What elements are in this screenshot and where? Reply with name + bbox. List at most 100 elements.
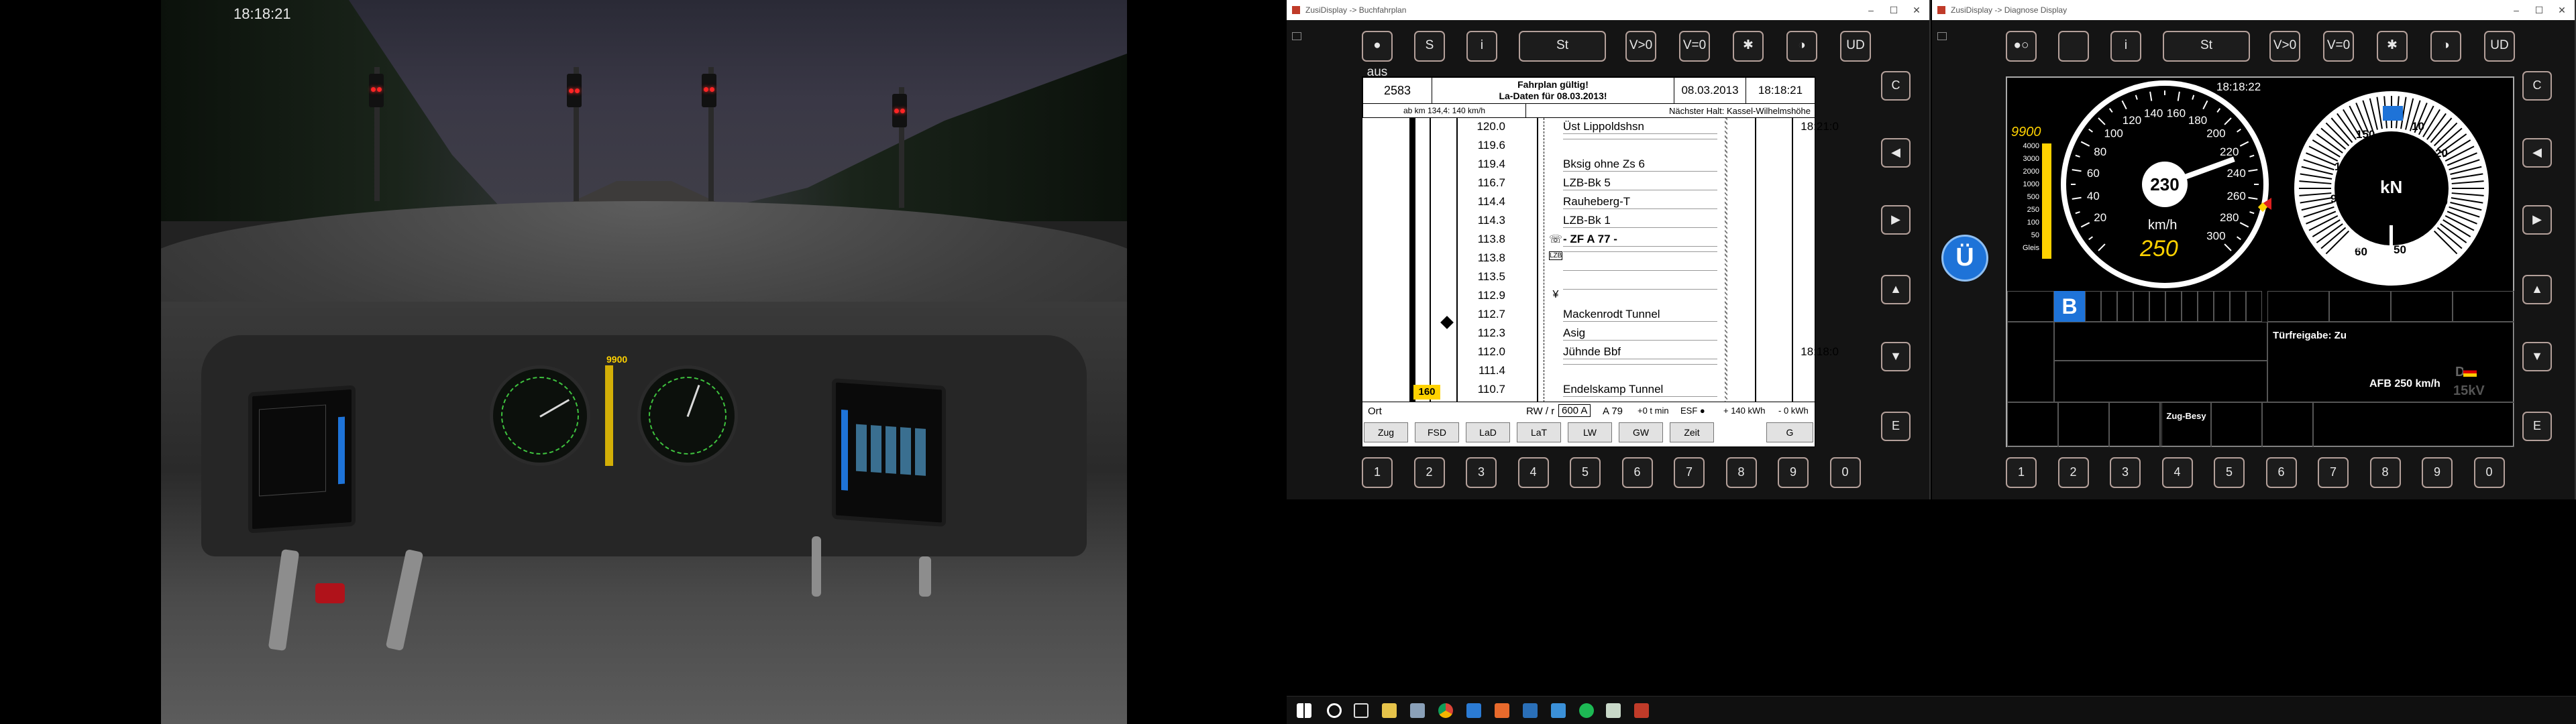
zusi-icon[interactable] — [1606, 703, 1621, 718]
side-button[interactable]: E — [1881, 412, 1911, 441]
side-button[interactable]: E — [2522, 412, 2552, 441]
app-icon-blue-2[interactable] — [1551, 703, 1566, 718]
fahrplan-bottom-button[interactable]: Zeit — [1670, 422, 1714, 442]
side-button[interactable]: ◀ — [2522, 138, 2552, 168]
toolbar-button[interactable]: ●○ — [2006, 31, 2037, 62]
toolbar-button[interactable]: UD — [2484, 31, 2515, 62]
number-button[interactable]: 9 — [1778, 457, 1809, 488]
speed-tick — [2072, 196, 2082, 200]
row-name: Rauheberg-T — [1563, 195, 1717, 209]
file-explorer-icon[interactable] — [1382, 703, 1397, 718]
fahrplan-bottom-button[interactable]: G — [1766, 422, 1813, 442]
toolbar-button[interactable]: ● aus — [1362, 31, 1393, 79]
toolbar-button[interactable]: i — [2110, 31, 2141, 62]
toolbar-button[interactable]: ◑ — [2430, 31, 2461, 62]
signal-lamp — [710, 87, 714, 92]
next-stop: Nächster Halt: Kassel-Wilhelmshöhe — [1525, 103, 1815, 118]
signal-far-right — [892, 94, 907, 127]
side-button[interactable]: ▲ — [1881, 275, 1911, 304]
app-icon-orange[interactable] — [1495, 703, 1509, 718]
number-button[interactable]: 4 — [1517, 457, 1549, 488]
number-button[interactable]: 5 — [1570, 457, 1601, 488]
side-button[interactable]: ▶ — [1881, 205, 1911, 235]
row-time: 18:21:0 — [1801, 120, 1839, 133]
force-tick — [2451, 180, 2484, 184]
number-button[interactable]: 8 — [1725, 457, 1757, 488]
number-button[interactable]: 4 — [2161, 457, 2193, 488]
side-button[interactable]: ◀ — [1881, 138, 1911, 168]
number-button[interactable]: 0 — [1829, 457, 1861, 488]
number-button[interactable]: 9 — [2422, 457, 2453, 488]
search-icon[interactable] — [1327, 703, 1342, 718]
number-button[interactable]: 5 — [2214, 457, 2245, 488]
grid-cell — [2117, 291, 2133, 322]
number-button[interactable]: 8 — [2369, 457, 2401, 488]
toolbar-button[interactable]: V>0 — [2269, 31, 2300, 62]
toolbar-button[interactable]: ✱ — [1733, 31, 1764, 62]
cab-screen-content — [259, 404, 326, 497]
toolbar-button[interactable]: UD — [1840, 31, 1871, 62]
number-button[interactable]: 3 — [2110, 457, 2141, 488]
app-icon-settings[interactable] — [1523, 703, 1538, 718]
number-button[interactable]: 7 — [2318, 457, 2349, 488]
row-name — [1563, 364, 1717, 365]
toolbar-button[interactable]: V=0 — [1679, 31, 1710, 62]
windows-start-icon[interactable] — [1297, 703, 1311, 718]
maximize-button[interactable]: ☐ — [2528, 0, 2551, 20]
fahrplan-bottom-button[interactable]: FSD — [1415, 422, 1459, 442]
zug-besy-button[interactable]: Zug-Besy — [2161, 402, 2211, 447]
close-button[interactable]: ✕ — [1905, 0, 1928, 20]
table-row: 120.0 Üst Lippoldshsn 18:21:0 — [1362, 120, 1839, 138]
side-button[interactable]: ▼ — [1881, 342, 1911, 371]
task-view-icon[interactable] — [1354, 703, 1368, 718]
window-menu-icon[interactable] — [1292, 32, 1301, 40]
speed-tick-label: 260 — [2226, 190, 2245, 202]
toolbar-button[interactable]: ◑ — [1786, 31, 1817, 62]
side-button[interactable]: ▶ — [2522, 205, 2552, 235]
number-button[interactable]: 1 — [2006, 457, 2037, 488]
toolbar-button[interactable]: V>0 — [1625, 31, 1656, 62]
fahrplan-bottom-button[interactable]: LaD — [1466, 422, 1510, 442]
toolbar-button[interactable] — [2058, 31, 2089, 62]
fahrplan-bottom-button[interactable]: GW — [1619, 422, 1663, 442]
fahrplan-bottom-button[interactable]: LW — [1568, 422, 1612, 442]
toolbar-button[interactable]: ✱ — [2377, 31, 2408, 62]
row-km: 114.4 — [1477, 195, 1505, 208]
side-button[interactable]: C — [1881, 71, 1911, 101]
spotify-icon[interactable] — [1579, 703, 1594, 718]
minimize-button[interactable]: – — [1860, 0, 1882, 20]
fahrplan-bottom-button[interactable]: Zug — [1364, 422, 1408, 442]
fahrplan-bottom-button[interactable]: LaT — [1517, 422, 1561, 442]
app-icon-blue[interactable] — [1466, 703, 1481, 718]
maximize-button[interactable]: ☐ — [1882, 0, 1905, 20]
power-scale-tick: Gleis — [2022, 244, 2039, 252]
number-button[interactable]: 2 — [2057, 457, 2089, 488]
minimize-button[interactable]: – — [2505, 0, 2528, 20]
zusidisplay-icon[interactable] — [1634, 703, 1649, 718]
toolbar-button[interactable]: i — [1466, 31, 1497, 62]
table-row: 114.4 Rauheberg-T — [1362, 195, 1815, 213]
side-button[interactable]: ▲ — [2522, 275, 2552, 304]
toolbar-button[interactable]: St — [1519, 31, 1606, 62]
close-button[interactable]: ✕ — [2551, 0, 2573, 20]
network-drive-icon[interactable] — [1410, 703, 1425, 718]
power-scale-tick: 500 — [2027, 193, 2039, 201]
number-button[interactable]: 3 — [1466, 457, 1497, 488]
toolbar-button[interactable]: V=0 — [2323, 31, 2354, 62]
number-button[interactable]: 6 — [2265, 457, 2297, 488]
toolbar-button[interactable]: St — [2163, 31, 2250, 62]
power-scale-tick: 100 — [2027, 219, 2039, 227]
number-button[interactable]: 0 — [2473, 457, 2505, 488]
number-button[interactable]: 1 — [1362, 457, 1393, 488]
toolbar-button[interactable]: S — [1414, 31, 1445, 62]
u-button[interactable]: Ü — [1941, 235, 1988, 282]
grid-cell — [2109, 402, 2160, 447]
number-button[interactable]: 6 — [1621, 457, 1653, 488]
side-button[interactable]: ▼ — [2522, 342, 2552, 371]
number-button[interactable]: 2 — [1413, 457, 1445, 488]
simulator-view: 9900 18:18:21 — [161, 0, 1127, 724]
window-menu-icon[interactable] — [1937, 32, 1947, 40]
chrome-icon[interactable] — [1438, 703, 1453, 718]
side-button[interactable]: C — [2522, 71, 2552, 101]
number-button[interactable]: 7 — [1674, 457, 1705, 488]
